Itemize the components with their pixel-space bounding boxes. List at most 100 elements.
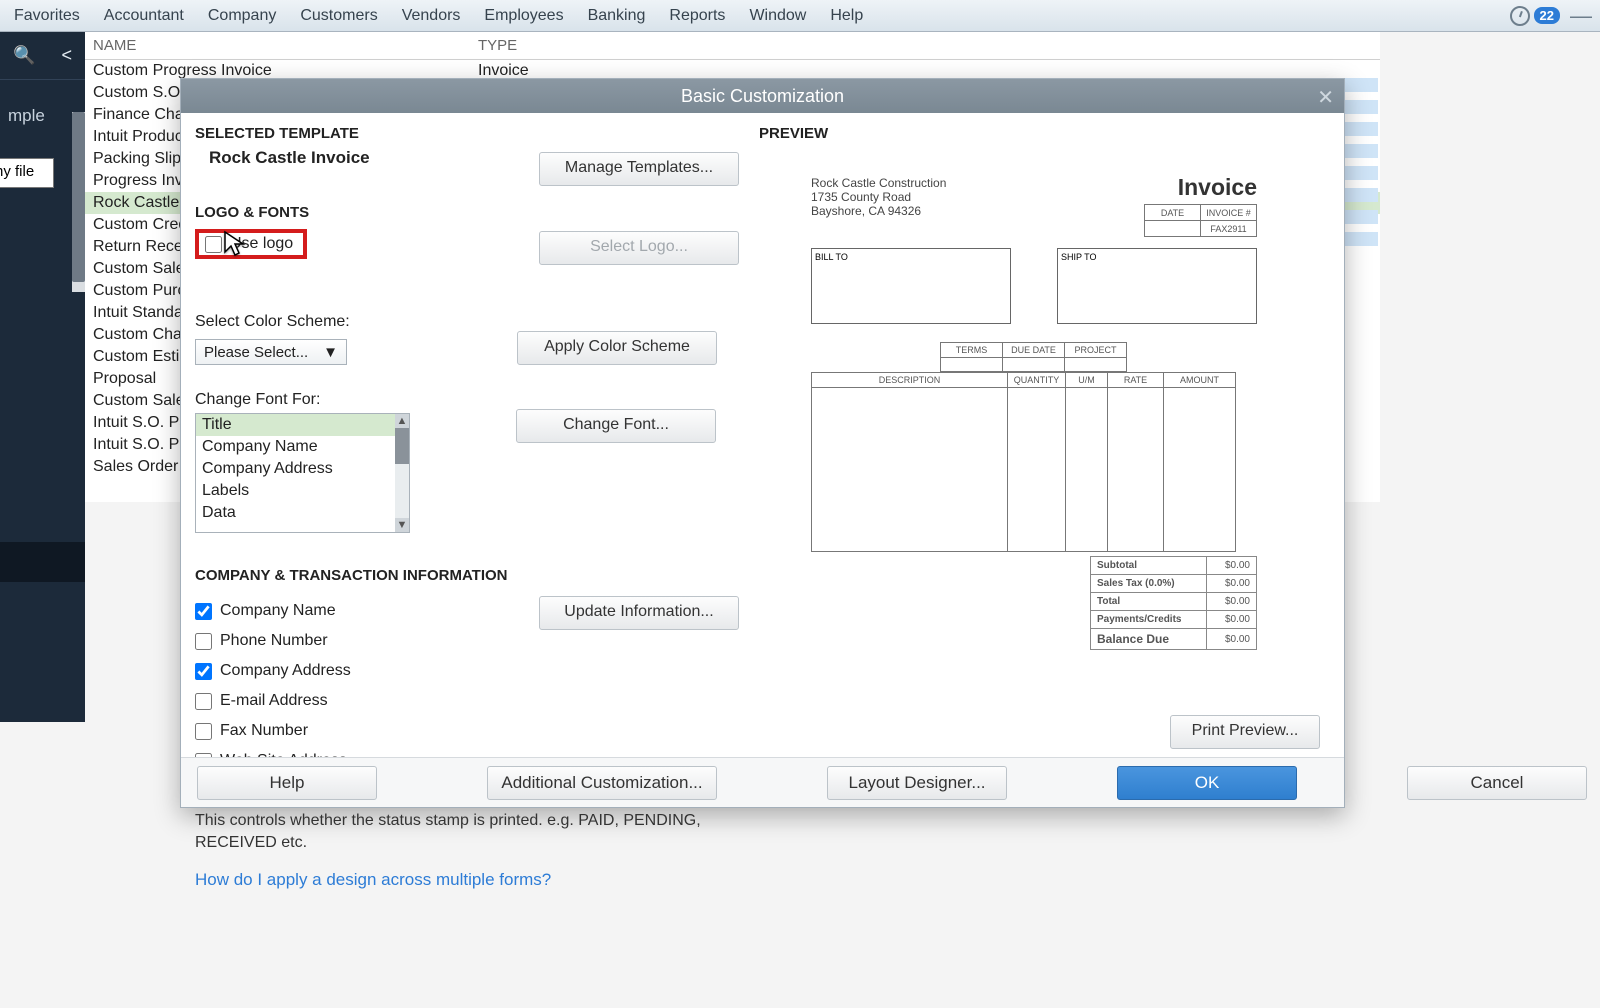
lbl-fax: Fax Number (220, 722, 308, 740)
change-font-button[interactable]: Change Font... (516, 409, 716, 443)
preview-date-table: DATEINVOICE # FAX2911 (1144, 204, 1257, 237)
font-item-labels[interactable]: Labels (196, 480, 409, 502)
preview-company: Rock Castle Construction (811, 176, 946, 190)
chk-email[interactable] (195, 693, 212, 710)
preview-duedate: DUE DATE (1003, 343, 1065, 358)
minimize-icon[interactable]: — (1570, 3, 1592, 29)
preview-salestax-val: $0.00 (1207, 575, 1257, 593)
preview-subtotal-val: $0.00 (1207, 557, 1257, 575)
cancel-button[interactable]: Cancel (1407, 766, 1587, 800)
font-list[interactable]: Title Company Name Company Address Label… (195, 413, 410, 533)
menu-customers[interactable]: Customers (288, 1, 389, 31)
additional-customization-button[interactable]: Additional Customization... (487, 766, 717, 800)
reminders-icon[interactable] (1510, 6, 1530, 26)
back-icon[interactable]: < (61, 45, 72, 66)
font-item-title[interactable]: Title (196, 414, 409, 436)
menu-company[interactable]: Company (196, 1, 288, 31)
color-scheme-value: Please Select... (204, 344, 308, 361)
preview-title: Invoice (1178, 174, 1257, 201)
use-logo-label: Use logo (230, 235, 293, 253)
menu-window[interactable]: Window (737, 1, 818, 31)
menu-help[interactable]: Help (818, 1, 875, 31)
preview-col-amt: AMOUNT (1164, 373, 1236, 388)
preview-payments-lbl: Payments/Credits (1091, 611, 1207, 629)
search-icon[interactable]: 🔍 (13, 45, 35, 66)
menu-employees[interactable]: Employees (472, 1, 575, 31)
print-preview-button[interactable]: Print Preview... (1170, 715, 1320, 749)
preview-col-desc: DESCRIPTION (812, 373, 1008, 388)
change-font-label: Change Font For: (195, 391, 739, 409)
preview-terms-table: TERMSDUE DATEPROJECT (940, 342, 1127, 372)
preview-balance-val: $0.00 (1207, 629, 1257, 650)
chevron-down-icon: ▼ (323, 344, 338, 361)
menu-vendors[interactable]: Vendors (390, 1, 473, 31)
help-button[interactable]: Help (197, 766, 377, 800)
logo-fonts-header: LOGO & FONTS (195, 204, 739, 221)
update-information-button[interactable]: Update Information... (539, 596, 739, 630)
color-scheme-label: Select Color Scheme: (195, 313, 739, 331)
company-info-header: COMPANY & TRANSACTION INFORMATION (195, 567, 739, 584)
preview-shipto: SHIP TO (1057, 248, 1257, 324)
lbl-phone: Phone Number (220, 632, 328, 650)
preview-addr2: Bayshore, CA 94326 (811, 204, 946, 218)
preview-invno-val: FAX2911 (1201, 221, 1257, 237)
font-scroll-thumb[interactable] (395, 428, 409, 464)
dialog-footer: Help Additional Customization... Layout … (181, 757, 1344, 807)
file-chip[interactable]: ny file (0, 158, 54, 188)
status-description: This controls whether the status stamp i… (195, 810, 739, 854)
menu-accountant[interactable]: Accountant (92, 1, 196, 31)
help-link[interactable]: How do I apply a design across multiple … (195, 870, 739, 890)
preview-total-val: $0.00 (1207, 593, 1257, 611)
lbl-company-name: Company Name (220, 602, 336, 620)
ok-button[interactable]: OK (1117, 766, 1297, 800)
manage-templates-button[interactable]: Manage Templates... (539, 152, 739, 186)
color-scheme-select[interactable]: Please Select... ▼ (195, 339, 347, 365)
preview-col-um: U/M (1066, 373, 1108, 388)
preview-invno-hdr: INVOICE # (1201, 205, 1257, 221)
close-icon[interactable]: ✕ (1317, 85, 1334, 110)
reminders-badge[interactable]: 22 (1534, 7, 1560, 24)
font-scroll-down[interactable]: ▼ (395, 518, 409, 532)
font-item-company-address[interactable]: Company Address (196, 458, 409, 480)
menu-banking[interactable]: Banking (576, 1, 658, 31)
preview-balance-lbl: Balance Due (1091, 629, 1207, 650)
use-logo-checkbox[interactable] (205, 236, 222, 253)
menu-favorites[interactable]: Favorites (2, 1, 92, 31)
preview-salestax-lbl: Sales Tax (0.0%) (1091, 575, 1207, 593)
basic-customization-dialog: Basic Customization ✕ SELECTED TEMPLATE … (180, 78, 1345, 808)
dialog-title: Basic Customization ✕ (181, 79, 1344, 113)
select-logo-button[interactable]: Select Logo... (539, 231, 739, 265)
font-item-company-name[interactable]: Company Name (196, 436, 409, 458)
preview-billto: BILL TO (811, 248, 1011, 324)
font-scroll-up[interactable]: ▲ (395, 414, 409, 428)
chk-phone[interactable] (195, 633, 212, 650)
use-logo-highlight: Use logo (195, 229, 307, 259)
dialog-title-text: Basic Customization (681, 86, 844, 107)
chk-company-addr[interactable] (195, 663, 212, 680)
preview-header: PREVIEW (759, 125, 1328, 142)
col-name[interactable]: NAME (93, 37, 478, 54)
preview-addr1: 1735 County Road (811, 190, 946, 204)
apply-color-scheme-button[interactable]: Apply Color Scheme (517, 331, 717, 365)
lbl-email: E-mail Address (220, 692, 328, 710)
menubar: Favorites Accountant Company Customers V… (0, 0, 1600, 32)
preview-line-table: DESCRIPTION QUANTITY U/M RATE AMOUNT (811, 372, 1236, 552)
bg-stripes (1342, 78, 1378, 254)
invoice-preview: Rock Castle Construction 1735 County Roa… (759, 148, 1279, 728)
font-item-data[interactable]: Data (196, 502, 409, 524)
preview-project: PROJECT (1065, 343, 1127, 358)
preview-subtotal-lbl: Subtotal (1091, 557, 1207, 575)
preview-col-qty: QUANTITY (1008, 373, 1066, 388)
chk-fax[interactable] (195, 723, 212, 740)
left-scroll-thumb[interactable] (72, 112, 85, 282)
preview-date-hdr: DATE (1145, 205, 1201, 221)
left-divider (0, 542, 85, 582)
preview-col-rate: RATE (1108, 373, 1164, 388)
lbl-company-addr: Company Address (220, 662, 351, 680)
col-type[interactable]: TYPE (478, 37, 878, 54)
layout-designer-button[interactable]: Layout Designer... (827, 766, 1007, 800)
menu-reports[interactable]: Reports (657, 1, 737, 31)
preview-totals: Subtotal$0.00 Sales Tax (0.0%)$0.00 Tota… (1090, 556, 1257, 650)
chk-company-name[interactable] (195, 603, 212, 620)
preview-terms: TERMS (941, 343, 1003, 358)
